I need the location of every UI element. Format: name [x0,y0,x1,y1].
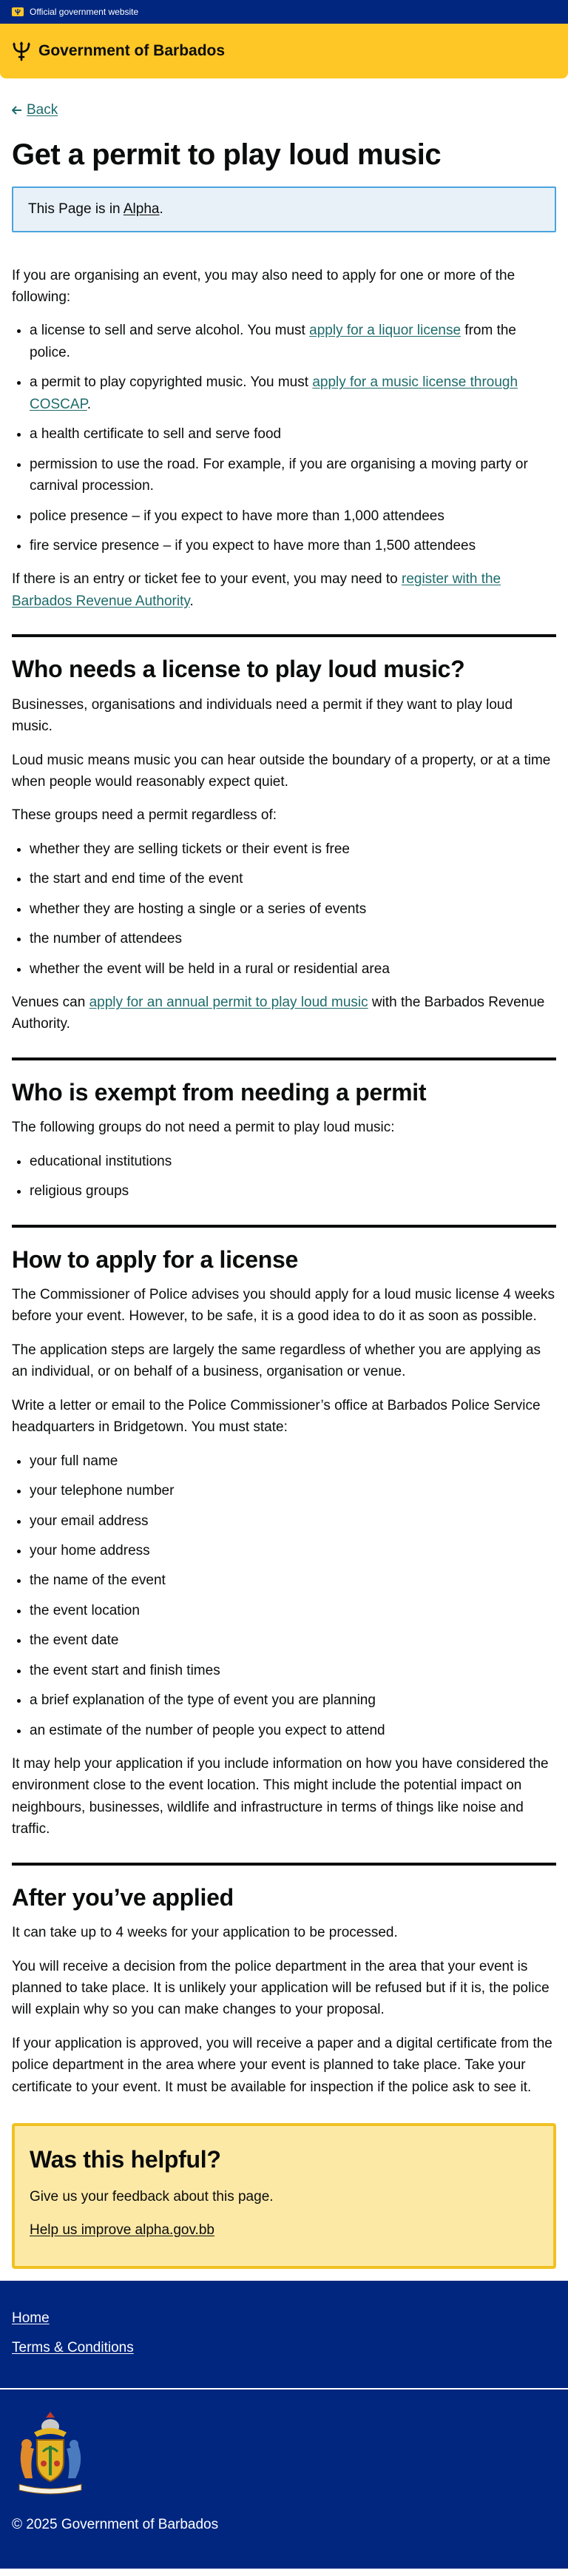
paragraph: These groups need a permit regardless of… [12,807,277,824]
paragraph: Businesses, organisations and individual… [12,696,513,735]
site-header: Government of Barbados [0,24,568,78]
paragraph: Write a letter or email to the Police Co… [12,1397,541,1436]
paragraph: The following groups do not need a permi… [12,1120,395,1136]
page-title: Get a permit to play loud music [12,138,442,172]
section-heading: How to apply for a license [12,1245,298,1273]
section-heading: Who is exempt from needing a permit [12,1078,427,1106]
list-item: the event start and finish times [30,1660,556,1681]
paragraph: The application steps are largely the sa… [12,1342,541,1380]
alpha-link[interactable]: Alpha [124,201,160,217]
list-item: your home address [30,1540,556,1561]
list-item: a brief explanation of the type of event… [30,1689,556,1711]
list-item: the name of the event [30,1570,556,1591]
coat-of-arms-icon [18,2412,82,2495]
section-heading: Who needs a license to play loud music? [12,656,465,683]
list-item: the event date [30,1630,556,1651]
feedback-panel: Was this helpful? Give us your feedback … [12,2123,556,2270]
list-item: a license to sell and serve alcohol. You… [30,320,556,363]
back-label: Back [27,102,58,118]
paragraph: If your application is approved, you wil… [12,2035,552,2095]
list-item: an estimate of the number of people you … [30,1720,556,1741]
who-needs-section: Who needs a license to play loud music? … [12,655,556,1035]
list-item: your telephone number [30,1480,556,1501]
trident-icon [13,41,30,61]
footer-links: Home Terms & Conditions [0,2307,568,2390]
copyright-text: © 2025 Government of Barbados [12,2517,219,2533]
annual-permit-link[interactable]: apply for an annual permit to play loud … [89,995,368,1010]
home-brand-link[interactable]: Government of Barbados [38,39,225,64]
intro-lead: If you are organising an event, you may … [12,267,515,306]
feedback-heading: Was this helpful? [30,2146,221,2173]
list-item: police presence – if you expect to have … [30,505,556,527]
list-item: whether they are hosting a single or a s… [30,898,556,920]
paragraph: It can take up to 4 weeks for your appli… [12,1925,398,1941]
section-heading: After you’ve applied [12,1883,234,1911]
back-link[interactable]: Back [12,99,58,121]
exempt-section: Who is exempt from needing a permit The … [12,1078,556,1203]
list-item: whether they are selling tickets or thei… [30,838,556,860]
list-item: a health certificate to sell and serve f… [30,423,556,445]
main-content: Back Get a permit to play loud music Thi… [0,78,568,2270]
section-divider [12,1862,556,1866]
section-divider [12,1224,556,1228]
list-item: your email address [30,1510,556,1532]
official-website-text: Official government website [30,6,139,17]
who-needs-list: whether they are selling tickets or thei… [30,838,556,980]
footer-home-link[interactable]: Home [12,2307,556,2329]
liquor-license-link[interactable]: apply for a liquor license [309,323,461,338]
list-item: your full name [30,1450,556,1472]
phase-banner: This Page is in Alpha. [12,186,556,232]
how-to-apply-section: How to apply for a license The Commissio… [12,1245,556,1840]
required-details-list: your full name your telephone number you… [30,1450,556,1741]
venues-paragraph: Venues can apply for an annual permit to… [12,995,545,1032]
list-item: the start and end time of the event [30,868,556,890]
phase-suffix: . [159,201,163,218]
after-applied-section: After you’ve applied It can take up to 4… [12,1883,556,2098]
intro-list: a license to sell and serve alcohol. You… [30,320,556,556]
exempt-list: educational institutions religious group… [30,1151,556,1203]
section-divider [12,634,556,638]
paragraph: It may help your application if you incl… [12,1756,549,1837]
list-item: religious groups [30,1180,556,1202]
phase-prefix: This Page is in [28,201,121,218]
list-item: the event location [30,1600,556,1621]
list-item: a permit to play copyrighted music. You … [30,371,556,415]
official-website-strip: Official government website [0,0,568,24]
feedback-link[interactable]: Help us improve alpha.gov.bb [30,2222,214,2238]
revenue-authority-paragraph: If there is an entry or ticket fee to yo… [12,571,501,609]
arrow-left-icon [12,106,21,115]
list-item: the number of attendees [30,928,556,949]
list-item: permission to use the road. For example,… [30,454,556,497]
list-item: educational institutions [30,1151,556,1172]
list-item: fire service presence – if you expect to… [30,535,556,556]
paragraph: Loud music means music you can hear outs… [12,752,551,790]
paragraph: The Commissioner of Police advises you s… [12,1287,555,1325]
site-footer: Home Terms & Conditions © 2025 Governmen… [0,2281,568,2569]
feedback-text: Give us your feedback about this page. [30,2188,274,2205]
list-item: whether the event will be held in a rura… [30,958,556,980]
footer-terms-link[interactable]: Terms & Conditions [12,2337,556,2358]
paragraph: You will receive a decision from the pol… [12,1958,550,2018]
barbados-crest-icon [12,7,24,16]
section-divider [12,1057,556,1060]
